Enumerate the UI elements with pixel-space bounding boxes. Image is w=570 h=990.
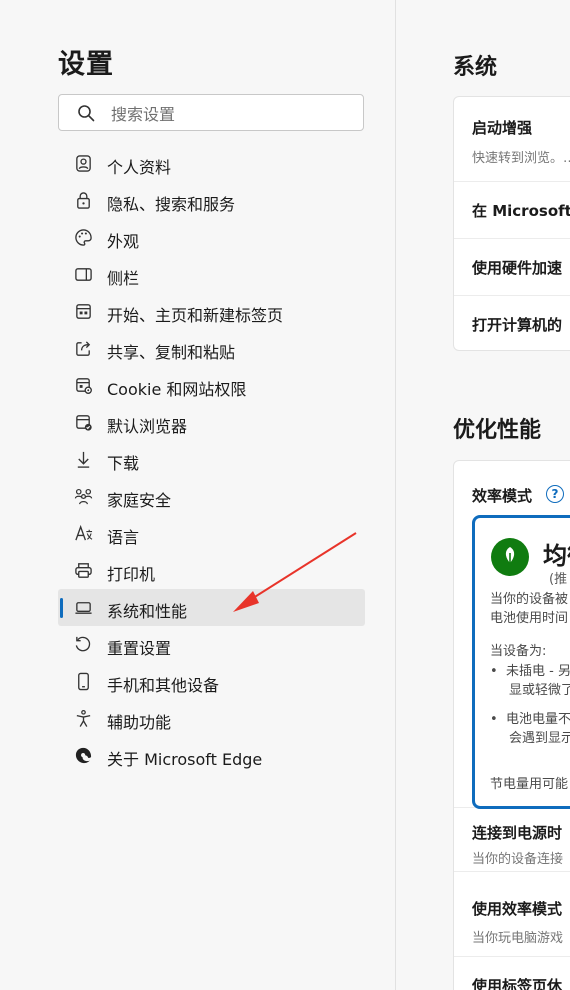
cookie-permissions-icon	[76, 378, 92, 394]
sidebar-item-start-home[interactable]: 开始、主页和新建标签页	[58, 293, 365, 330]
sidebar-item-label: 侧栏	[107, 269, 140, 288]
search-input[interactable]	[109, 101, 353, 127]
sidebar-item-label: 默认浏览器	[107, 417, 188, 436]
mode-title: 均衡	[543, 542, 570, 570]
sidebar-item-label: 开始、主页和新建标签页	[107, 306, 284, 325]
system-card: 启动增强 快速转到浏览。… 在 Microsoft 使用硬件加速 打开计算机的	[453, 96, 570, 351]
mode-footer: 节电量用可能	[490, 777, 569, 792]
sidebar-item-cookies[interactable]: Cookie 和网站权限	[58, 367, 365, 404]
mode-description-line: 当你的设备被	[490, 592, 569, 607]
sidebar-item-share[interactable]: 共享、复制和粘贴	[58, 330, 365, 367]
bullet-text: 显或轻微了	[509, 683, 570, 698]
page-title: 设置	[58, 49, 114, 80]
setting-description: 快速转到浏览。…	[472, 151, 570, 166]
sidebar-item-label: 系统和性能	[107, 602, 188, 621]
mode-bullet: • 未插电 - 另 显或轻微了	[490, 662, 570, 700]
sidebar-item-sidebar[interactable]: 侧栏	[58, 256, 365, 293]
setting-row-hardware-acceleration[interactable]: 使用硬件加速	[454, 239, 570, 296]
sidebar-item-profile[interactable]: 个人资料	[58, 145, 365, 182]
sidebar-item-family[interactable]: 家庭安全	[58, 478, 365, 515]
sidebar-item-default-browser[interactable]: 默认浏览器	[58, 404, 365, 441]
bullet-text: 未插电 - 另	[506, 664, 570, 679]
sidebar-item-label: 重置设置	[107, 639, 172, 658]
performance-card: 效率模式 ? 均衡 (推 当你的设备被 电池使用时间 当设备为: •未插电 - …	[453, 460, 570, 990]
setting-title: 使用效率模式	[472, 900, 563, 918]
search-box[interactable]	[58, 94, 364, 131]
profile-icon	[76, 155, 91, 172]
sidebar-item-label: 下载	[107, 454, 140, 473]
sidebar-item-phone[interactable]: 手机和其他设备	[58, 663, 365, 700]
sidebar-item-label: 共享、复制和粘贴	[107, 343, 236, 362]
home-tabs-icon	[76, 304, 91, 319]
setting-description: 当你的设备连接	[472, 852, 564, 867]
sidebar-item-label: 家庭安全	[107, 491, 172, 510]
sidebar-item-label: 语言	[107, 528, 140, 547]
download-icon	[77, 451, 90, 468]
settings-content: 系统 启动增强 快速转到浏览。… 在 Microsoft 使用硬件加速 打开计算…	[396, 0, 570, 990]
setting-row-microsoft[interactable]: 在 Microsoft	[454, 182, 570, 239]
setting-title: 使用标签页休	[472, 977, 563, 990]
sidebar-item-label: Cookie 和网站权限	[107, 380, 247, 399]
help-icon[interactable]: ?	[546, 485, 564, 503]
sidebar-icon	[75, 268, 92, 281]
setting-row-open-computer[interactable]: 打开计算机的	[454, 296, 570, 350]
sidebar-item-label: 关于 Microsoft Edge	[107, 750, 263, 769]
search-icon	[78, 105, 95, 122]
sidebar-item-label: 打印机	[107, 565, 156, 584]
sidebar-item-about[interactable]: 关于 Microsoft Edge	[58, 737, 365, 774]
sidebar-item-appearance[interactable]: 外观	[58, 219, 365, 256]
sidebar-item-downloads[interactable]: 下载	[58, 441, 365, 478]
mode-when-label: 当设备为:	[490, 644, 547, 659]
printer-icon	[75, 563, 92, 578]
setting-title: 打开计算机的	[472, 316, 563, 334]
setting-row-startup-boost[interactable]: 启动增强 快速转到浏览。…	[454, 97, 570, 182]
sidebar-item-language[interactable]: 语言	[58, 515, 365, 552]
mode-description-line: 电池使用时间	[490, 611, 569, 626]
phone-icon	[78, 672, 89, 691]
settings-nav: 个人资料 隐私、搜索和服务 外观 侧栏 开始、主页和新建标签页 共享、复制和粘贴…	[58, 145, 365, 774]
system-section-title: 系统	[453, 55, 498, 80]
setting-title: 使用硬件加速	[472, 259, 563, 277]
efficiency-mode-title: 效率模式	[472, 487, 533, 505]
sidebar-item-label: 隐私、搜索和服务	[107, 195, 236, 214]
setting-title: 连接到电源时	[472, 824, 563, 842]
sidebar-item-privacy[interactable]: 隐私、搜索和服务	[58, 182, 365, 219]
edge-logo-icon	[75, 747, 92, 764]
setting-title: 启动增强	[472, 119, 533, 137]
lock-icon	[77, 192, 90, 209]
setting-row-power-connected[interactable]: 连接到电源时 当你的设备连接	[454, 808, 570, 872]
sidebar-item-reset[interactable]: 重置设置	[58, 626, 365, 663]
palette-icon	[75, 229, 92, 246]
balanced-mode-option[interactable]: 均衡 (推 当你的设备被 电池使用时间 当设备为: •未插电 - 另 显或轻微了…	[472, 515, 570, 809]
mode-description: 当你的设备被 电池使用时间	[490, 590, 568, 628]
reset-icon	[75, 636, 91, 652]
setting-row-sleeping-tabs[interactable]: 使用标签页休	[454, 957, 570, 990]
sidebar-item-label: 手机和其他设备	[107, 676, 220, 695]
bullet-text: 会遇到显示	[509, 731, 570, 746]
setting-description: 当你玩电脑游戏	[472, 931, 564, 946]
accessibility-icon	[76, 709, 91, 727]
performance-section-title: 优化性能	[453, 418, 542, 443]
setting-title: 在 Microsoft	[472, 202, 570, 220]
settings-sidebar: 设置 个人资料 隐私、搜索和服务 外观 侧栏 开始、主页和新建标签页	[0, 0, 396, 990]
leaf-icon	[491, 538, 529, 576]
sidebar-item-label: 外观	[107, 232, 140, 251]
bullet-text: 电池电量不	[506, 712, 570, 727]
sidebar-item-printers[interactable]: 打印机	[58, 552, 365, 589]
language-icon	[75, 524, 93, 541]
sidebar-item-label: 辅助功能	[107, 713, 172, 732]
mode-bullet: • 电池电量不 会遇到显示	[490, 710, 570, 748]
setting-row-efficiency-gaming[interactable]: 使用效率模式 当你玩电脑游戏	[454, 872, 570, 957]
laptop-icon	[75, 602, 92, 614]
default-browser-icon	[76, 415, 92, 431]
sidebar-item-label: 个人资料	[107, 158, 172, 177]
share-icon	[76, 341, 91, 356]
sidebar-item-accessibility[interactable]: 辅助功能	[58, 700, 365, 737]
family-icon	[74, 488, 93, 505]
efficiency-mode-row: 效率模式 ? 均衡 (推 当你的设备被 电池使用时间 当设备为: •未插电 - …	[454, 461, 570, 809]
sidebar-item-system[interactable]: 系统和性能	[58, 589, 365, 626]
mode-subtitle: (推	[549, 572, 568, 587]
